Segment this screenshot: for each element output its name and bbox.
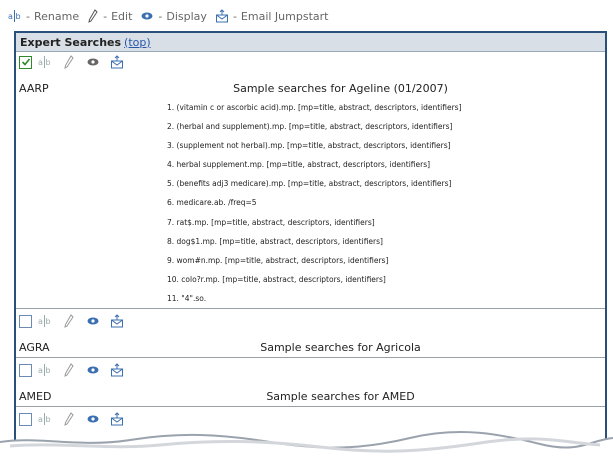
rename-icon[interactable]: ab [38,55,52,69]
search-line: 10. colo?r.mp. [mp=title, abstract, desc… [167,274,386,284]
database-row: AMED Sample searches for AMED [16,386,605,406]
search-line: 4. herbal supplement.mp. [mp=title, abst… [167,160,431,170]
search-line: 1. (vitamin c or ascorbic acid).mp. [mp=… [167,103,462,112]
action-legend: ab - Rename - Edit - Display - Email Jumpsta… [8,9,329,23]
email-jumpstart-icon[interactable] [110,363,124,377]
database-name: AARP [19,81,49,95]
search-line: 11. "4".so. [167,293,207,303]
search-entry: ab AARP Sample searches for Ageline (01/… [16,52,605,310]
edit-pencil-icon[interactable] [62,363,76,377]
entry-actions: ab [16,309,605,331]
search-entry: ab AMED Sample searches for AMED [16,358,605,408]
search-line: 2. (herbal and supplement).mp. [mp=title… [167,122,453,132]
entry-title: Sample searches for Agricola [260,340,421,354]
svg-text:a: a [38,366,43,375]
svg-text:a: a [8,12,13,21]
rename-icon[interactable]: ab [38,363,52,377]
select-checkbox[interactable] [19,412,32,426]
database-name: AGRA [19,340,50,354]
panel-title: Expert Searches [20,35,122,49]
display-eye-icon[interactable] [86,55,100,69]
legend-rename-label: Rename [33,9,80,23]
edit-pencil-icon[interactable] [62,55,76,69]
search-line: 5. (benefits adj3 medicare).mp. [mp=titl… [167,179,452,189]
display-eye-icon[interactable] [86,363,100,377]
search-line: 9. wom#n.mp. [mp=title, abstract, descri… [167,255,389,265]
email-jumpstart-icon [215,9,229,23]
display-eye-icon[interactable] [86,412,100,426]
entry-title: Sample searches for AMED [266,389,415,403]
edit-pencil-icon [87,9,99,23]
select-checkbox[interactable] [19,363,32,377]
svg-text:b: b [16,12,21,21]
search-line: 6. medicare.ab. /freq=5 [167,198,257,208]
svg-text:b: b [46,366,51,375]
svg-text:b: b [46,415,51,424]
database-row: AGRA Sample searches for Agricola [16,337,605,357]
rename-icon: ab [8,9,22,23]
email-jumpstart-icon[interactable] [110,55,124,69]
svg-text:a: a [38,317,43,326]
select-checkbox[interactable] [19,55,32,69]
torn-edge [0,431,613,459]
search-history-list: 1. (vitamin c or ascorbic acid).mp. [mp=… [16,98,605,308]
rename-icon[interactable]: ab [38,412,52,426]
edit-pencil-icon[interactable] [62,314,76,328]
search-entry: ab AGRA Sample searches for Agricola [16,309,605,359]
rename-icon[interactable]: ab [38,314,52,328]
display-eye-icon[interactable] [86,314,100,328]
email-jumpstart-icon[interactable] [110,412,124,426]
legend-email-label: Email Jumpstart [240,9,329,23]
legend-display-label: Display [166,9,207,23]
entry-actions: ab [16,407,605,429]
edit-pencil-icon[interactable] [62,412,76,426]
search-line: 7. rat$.mp. [mp=title, abstract, descrip… [167,217,375,227]
legend-edit-label: Edit [111,9,133,23]
svg-text:a: a [38,58,43,67]
email-jumpstart-icon[interactable] [110,314,124,328]
svg-text:a: a [38,415,43,424]
search-line: 8. dog$1.mp. [mp=title, abstract, descri… [167,236,383,246]
entry-actions: ab [16,52,605,72]
display-eye-icon [140,10,154,22]
top-link[interactable]: (top) [124,36,151,49]
svg-text:b: b [46,58,51,67]
database-name: AMED [19,389,52,403]
svg-text:b: b [46,317,51,326]
panel-header: Expert Searches (top) [16,33,605,52]
entry-title: Sample searches for Ageline (01/2007) [233,81,448,95]
search-line: 3. (supplement not herbal).mp. [mp=title… [167,141,451,151]
expert-searches-panel: Expert Searches (top) ab AARP Sample sea… [14,31,607,443]
database-row: AARP Sample searches for Ageline (01/200… [16,78,605,98]
select-checkbox[interactable] [19,314,32,328]
entry-actions: ab [16,358,605,380]
